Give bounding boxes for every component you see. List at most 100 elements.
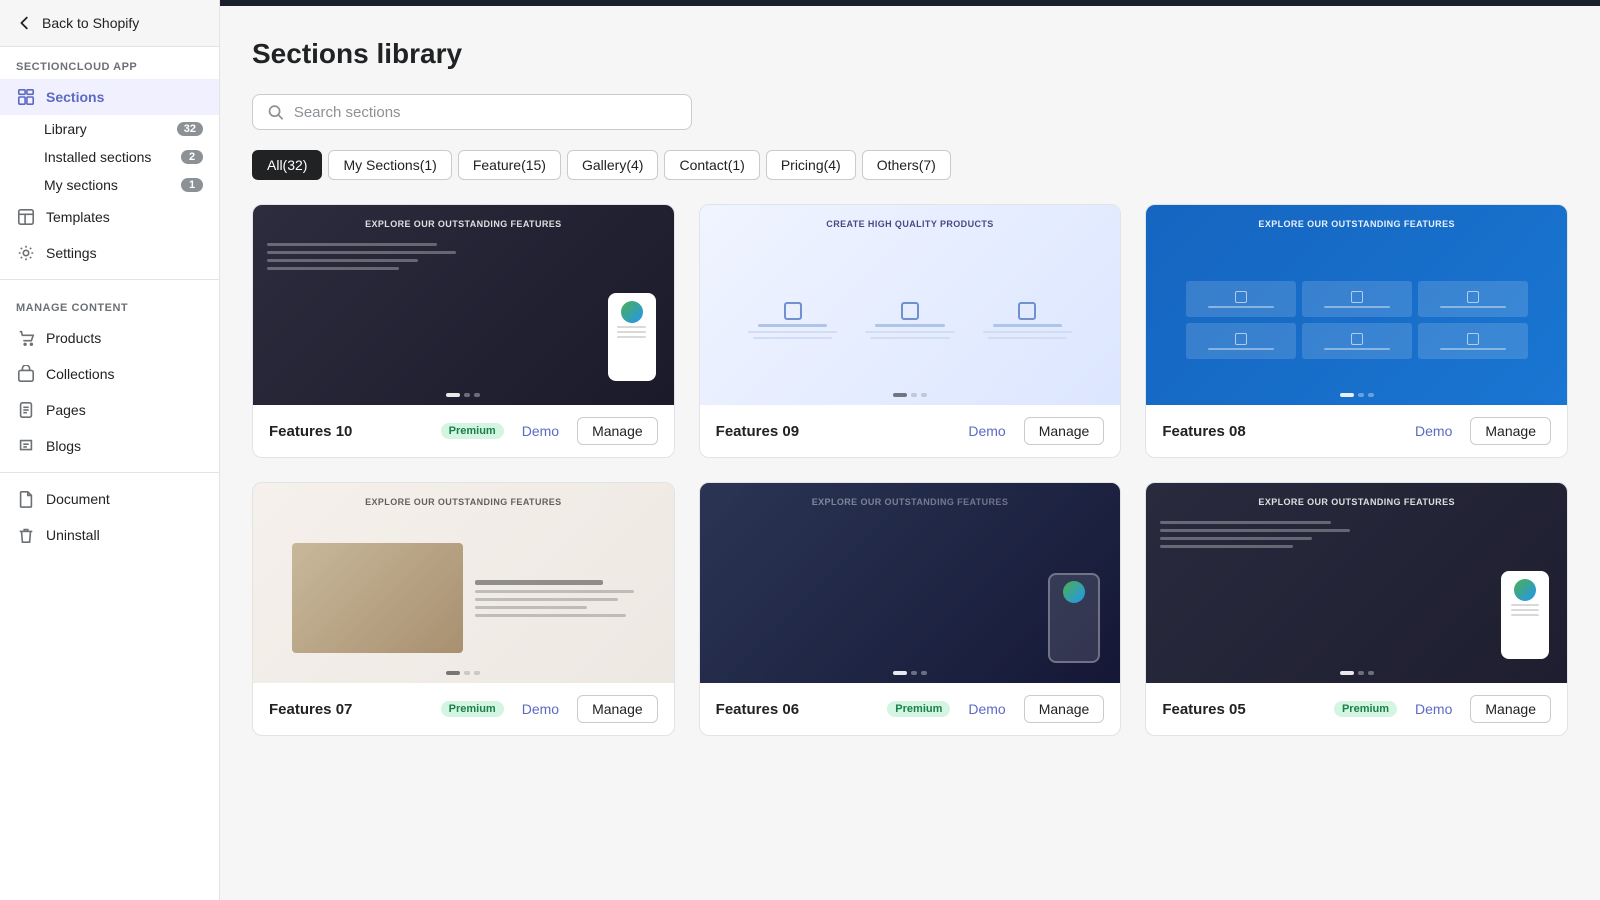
page-title: Sections library [252, 38, 1568, 70]
section-card-features10: EXPLORE OUR OUTSTANDING FEATURESFeatures… [252, 204, 675, 458]
library-label: Library [44, 121, 87, 137]
card-badge-features10: Premium [441, 423, 504, 439]
card-badge-features07: Premium [441, 701, 504, 717]
manage-button-features09[interactable]: Manage [1024, 417, 1105, 445]
sidebar-divider-1 [0, 279, 219, 280]
demo-button-features08[interactable]: Demo [1407, 419, 1460, 443]
filter-tab-gallery[interactable]: Gallery(4) [567, 150, 658, 180]
sections-label: Sections [46, 89, 104, 105]
manage-button-features10[interactable]: Manage [577, 417, 658, 445]
section-card-features08: EXPLORE OUR OUTSTANDING FEATURESFeatures… [1145, 204, 1568, 458]
card-badge-features05: Premium [1334, 701, 1397, 717]
section-card-features06: EXPLORE OUR OUTSTANDING FEATURESFeatures… [699, 482, 1122, 736]
filter-tab-all[interactable]: All(32) [252, 150, 322, 180]
blogs-icon [16, 436, 36, 456]
demo-button-features10[interactable]: Demo [514, 419, 567, 443]
card-footer-features07: Features 07 Premium Demo Manage [253, 683, 674, 735]
installed-badge: 2 [181, 150, 203, 164]
templates-label: Templates [46, 209, 110, 225]
card-image-features08: EXPLORE OUR OUTSTANDING FEATURES [1146, 205, 1567, 405]
blogs-label: Blogs [46, 438, 81, 454]
sidebar-item-blogs[interactable]: Blogs [0, 428, 219, 464]
main-content: Sections library All(32)My Sections(1)Fe… [220, 0, 1600, 900]
demo-button-features07[interactable]: Demo [514, 697, 567, 721]
sidebar-item-library[interactable]: Library 32 [44, 115, 219, 143]
sidebar-item-installed[interactable]: Installed sections 2 [44, 143, 219, 171]
settings-label: Settings [46, 245, 97, 261]
collections-label: Collections [46, 366, 114, 382]
sidebar: Back to Shopify SECTIONCLOUD APP Section… [0, 0, 220, 900]
demo-button-features05[interactable]: Demo [1407, 697, 1460, 721]
app-name-label: SECTIONCLOUD APP [0, 47, 219, 79]
card-badge-features06: Premium [887, 701, 950, 717]
library-badge: 32 [177, 122, 203, 136]
main-inner: Sections library All(32)My Sections(1)Fe… [220, 6, 1600, 900]
card-name-features07: Features 07 [269, 701, 431, 718]
card-name-features09: Features 09 [716, 423, 951, 440]
sections-submenu: Library 32 Installed sections 2 My secti… [0, 115, 219, 199]
document-label: Document [46, 491, 110, 507]
demo-button-features09[interactable]: Demo [960, 419, 1013, 443]
card-footer-features10: Features 10 Premium Demo Manage [253, 405, 674, 457]
arrow-left-icon [16, 14, 34, 32]
sidebar-item-settings[interactable]: Settings [0, 235, 219, 271]
card-name-features06: Features 06 [716, 701, 878, 718]
sidebar-item-collections[interactable]: Collections [0, 356, 219, 392]
sections-grid: EXPLORE OUR OUTSTANDING FEATURESFeatures… [252, 204, 1568, 736]
sidebar-divider-2 [0, 472, 219, 473]
collections-icon [16, 364, 36, 384]
section-card-features09: CREATE HIGH QUALITY PRODUCTS Features 09 D… [699, 204, 1122, 458]
products-label: Products [46, 330, 101, 346]
filter-tab-contact[interactable]: Contact(1) [664, 150, 759, 180]
manage-button-features06[interactable]: Manage [1024, 695, 1105, 723]
card-name-features08: Features 08 [1162, 423, 1397, 440]
card-footer-features05: Features 05 Premium Demo Manage [1146, 683, 1567, 735]
settings-icon [16, 243, 36, 263]
card-image-features09: CREATE HIGH QUALITY PRODUCTS [700, 205, 1121, 405]
my-sections-label: My sections [44, 177, 118, 193]
card-name-features10: Features 10 [269, 423, 431, 440]
sidebar-item-pages[interactable]: Pages [0, 392, 219, 428]
card-image-features06: EXPLORE OUR OUTSTANDING FEATURES [700, 483, 1121, 683]
pages-icon [16, 400, 36, 420]
card-name-features05: Features 05 [1162, 701, 1324, 718]
card-footer-features06: Features 06 Premium Demo Manage [700, 683, 1121, 735]
templates-icon [16, 207, 36, 227]
filter-tab-others[interactable]: Others(7) [862, 150, 951, 180]
back-to-shopify[interactable]: Back to Shopify [0, 0, 219, 47]
filter-tab-my[interactable]: My Sections(1) [328, 150, 451, 180]
filter-tabs: All(32)My Sections(1)Feature(15)Gallery(… [252, 150, 1568, 180]
card-image-features07: EXPLORE OUR OUTSTANDING FEATURES [253, 483, 674, 683]
my-sections-badge: 1 [181, 178, 203, 192]
installed-label: Installed sections [44, 149, 151, 165]
uninstall-label: Uninstall [46, 527, 100, 543]
back-label: Back to Shopify [42, 15, 139, 31]
manage-button-features07[interactable]: Manage [577, 695, 658, 723]
sidebar-item-products[interactable]: Products [0, 320, 219, 356]
search-input[interactable] [294, 104, 677, 121]
section-card-features07: EXPLORE OUR OUTSTANDING FEATURESFeatures… [252, 482, 675, 736]
manage-content-label: MANAGE CONTENT [0, 288, 219, 320]
card-footer-features08: Features 08 Demo Manage [1146, 405, 1567, 457]
products-icon [16, 328, 36, 348]
sidebar-item-my-sections[interactable]: My sections 1 [44, 171, 219, 199]
pages-label: Pages [46, 402, 86, 418]
demo-button-features06[interactable]: Demo [960, 697, 1013, 721]
uninstall-icon [16, 525, 36, 545]
sidebar-item-uninstall[interactable]: Uninstall [0, 517, 219, 553]
sections-icon [16, 87, 36, 107]
card-footer-features09: Features 09 Demo Manage [700, 405, 1121, 457]
filter-tab-feature[interactable]: Feature(15) [458, 150, 561, 180]
manage-button-features08[interactable]: Manage [1470, 417, 1551, 445]
sidebar-item-document[interactable]: Document [0, 481, 219, 517]
filter-tab-pricing[interactable]: Pricing(4) [766, 150, 856, 180]
manage-button-features05[interactable]: Manage [1470, 695, 1551, 723]
sidebar-item-sections[interactable]: Sections [0, 79, 219, 115]
card-image-features10: EXPLORE OUR OUTSTANDING FEATURES [253, 205, 674, 405]
search-bar-container [252, 94, 692, 130]
search-icon [267, 103, 284, 121]
document-icon [16, 489, 36, 509]
section-card-features05: EXPLORE OUR OUTSTANDING FEATURESFeatures… [1145, 482, 1568, 736]
card-image-features05: EXPLORE OUR OUTSTANDING FEATURES [1146, 483, 1567, 683]
sidebar-item-templates[interactable]: Templates [0, 199, 219, 235]
